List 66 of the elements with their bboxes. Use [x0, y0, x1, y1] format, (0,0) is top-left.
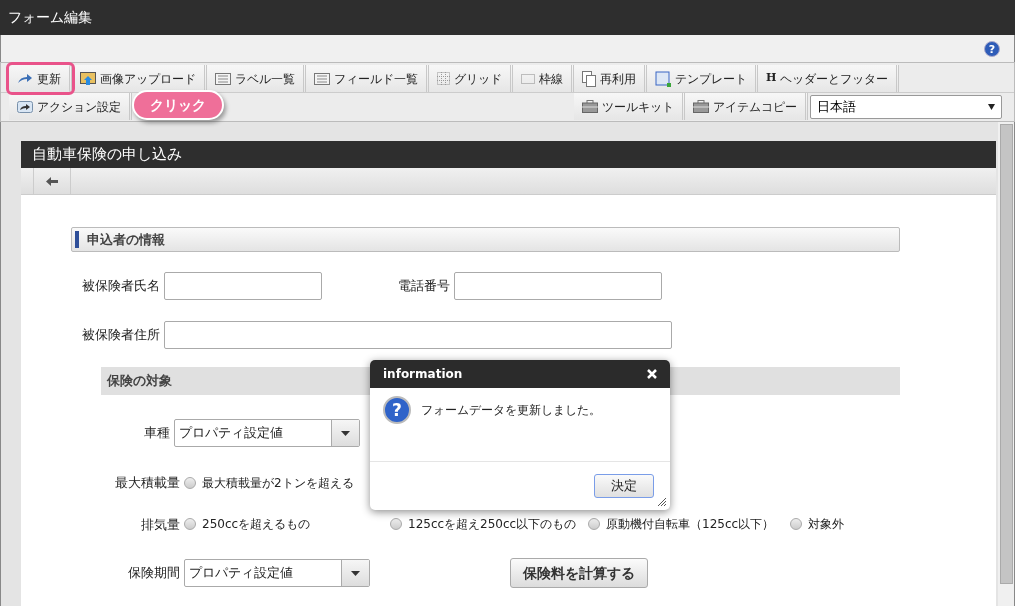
toolbar-button[interactable]: アクション設定: [9, 93, 132, 120]
resize-grip-icon[interactable]: [657, 497, 666, 506]
select-field[interactable]: プロパティ設定値: [174, 419, 360, 447]
back-button[interactable]: [33, 168, 71, 194]
callout: クリック: [132, 90, 224, 120]
toolbar-button[interactable]: アイテムコピー: [685, 93, 808, 120]
list-icon: [215, 72, 231, 85]
toolbar-button[interactable]: 枠線: [513, 65, 574, 92]
toolbar-button[interactable]: グリッド: [429, 65, 513, 92]
arrow-icon: [17, 72, 33, 85]
select-field[interactable]: プロパティ設定値: [184, 559, 370, 587]
input-field[interactable]: [164, 321, 672, 349]
radio-button[interactable]: [184, 518, 196, 531]
field-label: 電話番号: [398, 277, 450, 296]
form-header: 自動車保険の申し込み: [21, 141, 996, 168]
radio-label: 125ccを超え250cc以下のもの: [408, 516, 577, 534]
image-icon: [80, 71, 96, 86]
window-title: フォーム編集: [8, 8, 92, 27]
close-icon[interactable]: [647, 369, 657, 379]
scrollbar[interactable]: [998, 122, 1014, 606]
help-icon[interactable]: ?: [984, 40, 1000, 57]
dialog-title: information: [383, 366, 463, 383]
field-label: 保険期間: [128, 564, 180, 583]
radio-button[interactable]: [390, 518, 402, 531]
arrow-icon: [17, 100, 33, 113]
input-field[interactable]: [454, 272, 662, 300]
field-label: 最大積載量: [115, 474, 180, 492]
section-title: 保険の対象: [107, 372, 172, 391]
header-icon: H: [766, 70, 777, 87]
dropdown-caret-icon: [351, 570, 360, 576]
pages-icon: [582, 70, 596, 87]
radio-label: 250ccを超えるもの: [202, 516, 311, 534]
field-label: 排気量: [141, 515, 180, 534]
toolbar-button[interactable]: 画像アップロード: [72, 65, 207, 92]
calculate-button[interactable]: 保険料を計算する: [510, 558, 648, 588]
toolbar-button[interactable]: 更新: [9, 65, 72, 92]
toolbox-icon: [693, 100, 709, 113]
radio-button[interactable]: [790, 518, 802, 531]
field-label: 車種: [144, 424, 170, 443]
ok-button[interactable]: 決定: [594, 474, 654, 498]
toolbar-button[interactable]: 再利用: [574, 65, 647, 92]
field-label: 被保険者氏名: [82, 277, 160, 296]
dropdown-caret-icon: [988, 103, 995, 110]
section-title: 申込者の情報: [87, 230, 165, 249]
input-field[interactable]: [164, 272, 322, 300]
back-arrow-icon: [46, 176, 58, 186]
toolbar-button[interactable]: フィールド一覧: [306, 65, 429, 92]
toolbar-button[interactable]: ツールキット: [574, 93, 685, 120]
radio-button[interactable]: [184, 476, 196, 489]
radio-label: 最大積載量が2トンを超える: [202, 474, 354, 492]
radio-label: 原動機付自転車（125cc以下）: [606, 516, 775, 534]
toolbar-button[interactable]: テンプレート: [647, 65, 758, 92]
dropdown-caret-icon: [341, 430, 350, 436]
grid-icon: [437, 72, 450, 85]
toolbar-button[interactable]: ラベル一覧: [207, 65, 306, 92]
template-icon: [655, 70, 671, 87]
dotted-square-icon: [521, 73, 535, 84]
field-label: 被保険者住所: [82, 326, 160, 345]
radio-label: 対象外: [808, 516, 844, 534]
dialog-message: フォームデータを更新しました。: [421, 402, 601, 419]
toolbox-icon: [582, 100, 598, 113]
toolbar-button[interactable]: H ヘッダーとフッター: [758, 65, 900, 92]
radio-button[interactable]: [588, 518, 600, 531]
list-icon: [314, 72, 330, 85]
language-select[interactable]: 日本語: [810, 94, 1002, 119]
question-icon: ?: [383, 396, 411, 424]
